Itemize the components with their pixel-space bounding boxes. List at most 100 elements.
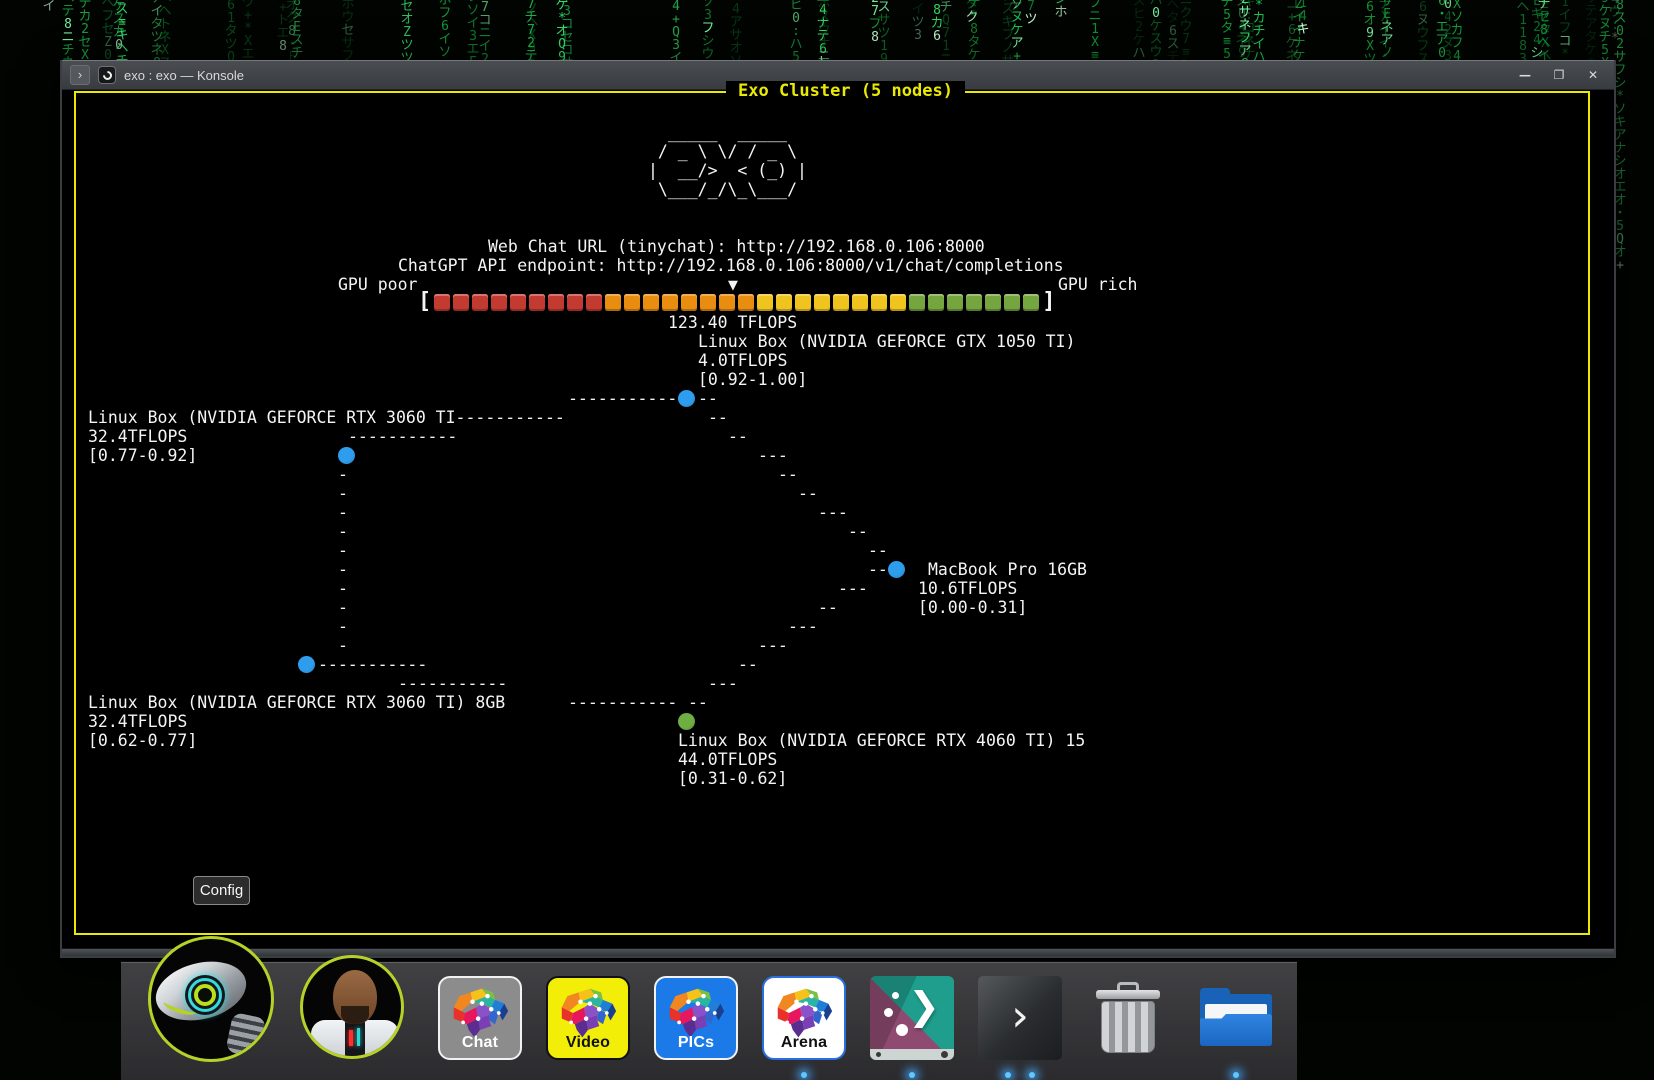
matrix-column: ノソ6ホソチケシネタツオ697ツ	[1024, 0, 1038, 26]
folder-front-shape	[1200, 1014, 1272, 1046]
window-title: exo : exo — Konsole	[124, 68, 244, 83]
terminal-text: 4.0TFLOPS	[698, 351, 787, 370]
terminal-text: Linux Box (NVIDIA GEFORCE RTX 3060 TI---…	[88, 408, 565, 427]
dock-app-chat[interactable]: Chat	[438, 976, 522, 1060]
running-indicator	[1233, 1072, 1239, 1078]
robot-avatar[interactable]	[148, 936, 274, 1062]
terminal-text: Web Chat URL (tinychat): http://192.168.…	[488, 237, 985, 256]
gauge-segment	[1023, 294, 1039, 311]
terminal-text: --	[818, 598, 838, 617]
terminal-text: [0.92-1.00]	[698, 370, 807, 389]
gauge-close-bracket: ]	[1042, 292, 1055, 312]
brain-logo-icon	[450, 985, 510, 1041]
terminal-text: Linux Box (NVIDIA GEFORCE GTX 1050 TI)	[698, 332, 1076, 351]
konsole-app-icon	[98, 66, 116, 84]
dock-app-terminal[interactable]: ›	[978, 976, 1062, 1060]
matrix-column: コ9フウ+ネタセヘEシホ	[1054, 0, 1068, 19]
brain-logo-icon	[774, 985, 834, 1041]
terminal-text: -----------	[398, 674, 507, 693]
terminal-area[interactable]: Exo Cluster (5 nodes) _____ _____ / _ \ …	[62, 90, 1614, 948]
window-bottom-frame	[62, 948, 1614, 956]
minimize-button[interactable]: —	[1512, 65, 1538, 85]
brain-logo-icon	[666, 985, 726, 1041]
terminal-text: --	[778, 465, 798, 484]
terminal-text: -	[338, 560, 348, 579]
terminal-text: --	[798, 484, 818, 503]
maximize-button[interactable]: ❐	[1546, 65, 1572, 85]
terminal-text: ---	[788, 617, 818, 636]
terminal-text: -	[338, 484, 348, 503]
matrix-column: 4ソエQセセ6ク	[409, 0, 423, 1]
titlebar-toolbox-button[interactable]: ›	[70, 65, 90, 85]
terminal-text: Linux Box (NVIDIA GEFORCE RTX 4060 TI) 1…	[678, 731, 1085, 750]
gauge-segment	[738, 294, 754, 311]
dock-trash[interactable]	[1086, 976, 1170, 1060]
terminal-text: -	[338, 465, 348, 484]
terminal-text: -----------	[348, 427, 457, 446]
terminal-text: 32.4TFLOPS	[88, 427, 187, 446]
dock-app-pics[interactable]: PICs	[654, 976, 738, 1060]
terminal-text: -	[338, 579, 348, 598]
dock-app-video[interactable]: Video	[546, 976, 630, 1060]
terminal-chevron-icon: ›	[1011, 990, 1029, 1041]
terminal-text: | __/> < (_) |	[648, 161, 807, 180]
terminal-text: [0.77-0.92]	[88, 446, 197, 465]
dock-app-label: Arena	[781, 1034, 827, 1052]
terminal-text: -----------	[568, 389, 677, 408]
close-button[interactable]: ✕	[1580, 65, 1606, 85]
kde-chevron-icon: ❯	[908, 984, 940, 1028]
running-indicator	[1029, 1072, 1035, 1078]
terminal-text: --	[868, 560, 888, 579]
gauge-segment	[586, 294, 602, 311]
terminal-text: ---	[838, 579, 868, 598]
terminal-text: 32.4TFLOPS	[88, 712, 187, 731]
man-collar-teal-light	[357, 1028, 360, 1046]
terminal-text: ---	[708, 674, 738, 693]
dock-app-label: PICs	[678, 1034, 714, 1052]
gauge-segment	[434, 294, 450, 311]
node-dot	[888, 561, 905, 578]
dock-file-manager[interactable]	[1194, 976, 1278, 1060]
terminal-text: --	[698, 389, 718, 408]
gauge-segment	[453, 294, 469, 311]
gauge-segment	[548, 294, 564, 311]
dock-app-arena[interactable]: Arena	[762, 976, 846, 1060]
terminal-text: [0.62-0.77]	[88, 731, 197, 750]
terminal-text: ---	[758, 446, 788, 465]
gauge-open-bracket: [	[418, 292, 431, 312]
gauge-segment	[529, 294, 545, 311]
node-dot	[338, 447, 355, 464]
kde-taskbar-strip	[870, 1049, 954, 1060]
gauge-segment	[510, 294, 526, 311]
terminal-text: --	[848, 522, 868, 541]
kde-dot	[892, 992, 899, 999]
konsole-window: › exo : exo — Konsole — ❐ ✕ Exo Cluster …	[60, 60, 1616, 958]
gauge-segment	[719, 294, 735, 311]
running-indicator	[909, 1072, 915, 1078]
gauge-segment	[852, 294, 868, 311]
gauge-segment	[1004, 294, 1020, 311]
config-button[interactable]: Config	[193, 876, 250, 905]
dock-app-kde-utility[interactable]: ❯	[870, 976, 954, 1060]
terminal-text: --	[708, 408, 728, 427]
gpu-gauge-bar: [ ]	[418, 292, 1056, 312]
terminal-text: ▼	[728, 275, 738, 294]
gauge-segment	[776, 294, 792, 311]
terminal-text: GPU poor	[338, 275, 417, 294]
terminal-text: -	[338, 503, 348, 522]
gauge-segment	[472, 294, 488, 311]
man-avatar[interactable]	[300, 955, 404, 1059]
terminal-text: [0.00-0.31]	[918, 598, 1027, 617]
gauge-segment	[681, 294, 697, 311]
gauge-segment	[814, 294, 830, 311]
terminal-text: -	[338, 598, 348, 617]
kde-dot	[896, 1024, 908, 1036]
terminal-text: / _ \ \/ / _ \	[648, 142, 797, 161]
gauge-segment	[662, 294, 678, 311]
terminal-text: 44.0TFLOPS	[678, 750, 777, 769]
terminal-text: ---	[758, 636, 788, 655]
matrix-column: ・ソチヒノトサイシ+トエ8	[276, 0, 290, 53]
terminal-text: MacBook Pro 16GB	[928, 560, 1087, 579]
terminal-text: GPU rich	[1058, 275, 1137, 294]
gauge-segment	[833, 294, 849, 311]
